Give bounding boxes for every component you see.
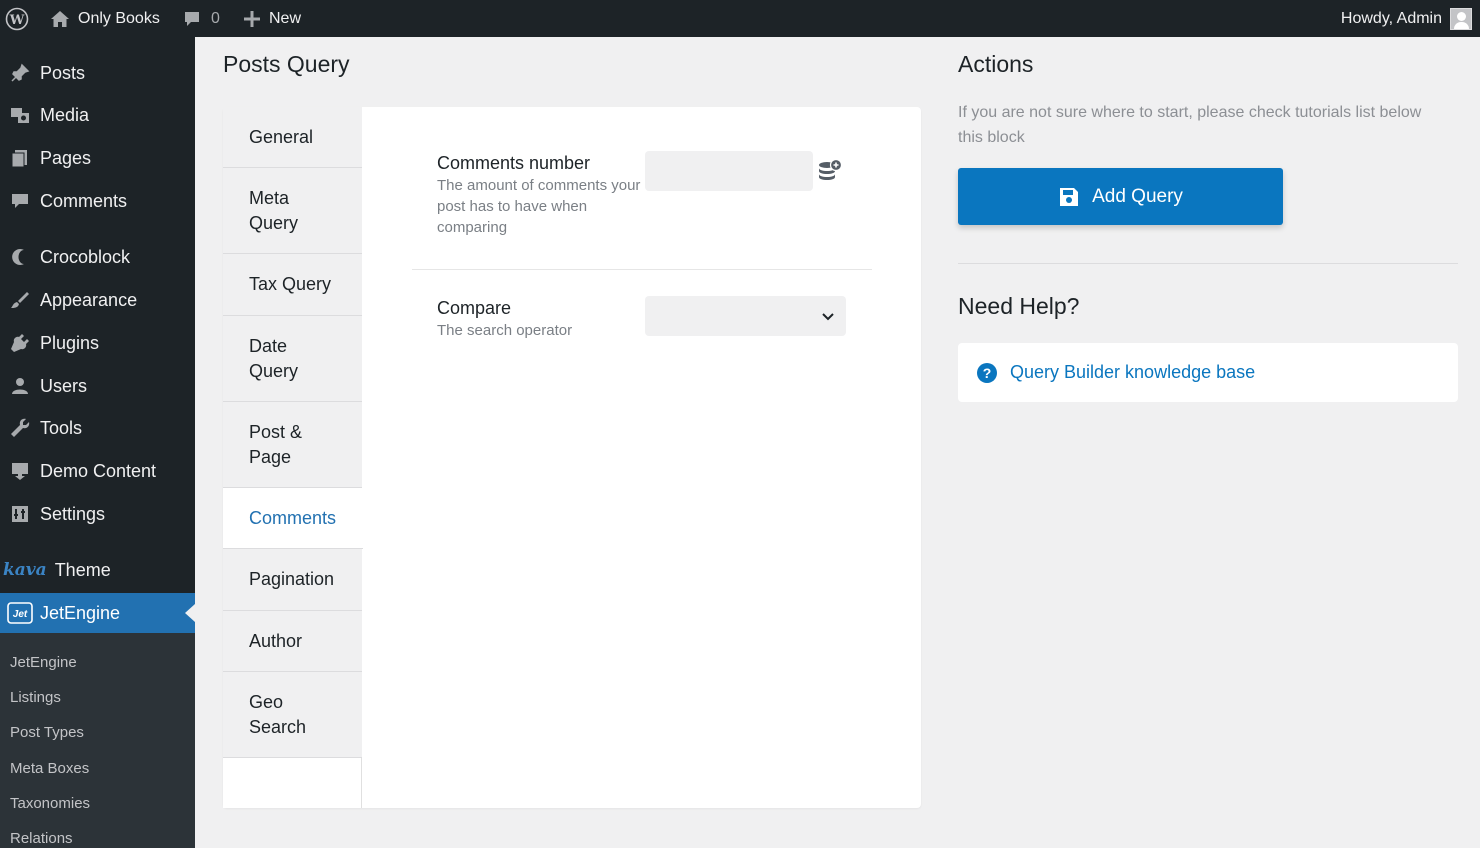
compare-field: Compare The search operator [437,297,642,341]
submenu-item-taxonomies[interactable]: Taxonomies [10,788,90,818]
sidebar-item-posts[interactable]: Posts [0,53,195,93]
wordpress-logo-icon[interactable]: W [5,0,29,37]
add-query-label: Add Query [1092,185,1183,207]
comments-number-input[interactable] [645,151,813,191]
site-name: Only Books [78,9,160,27]
home-icon [51,10,69,27]
admin-sidebar: Posts Media Pages Comments Crocoblock Ap… [0,37,195,848]
plus-icon [244,10,260,27]
howdy-text: Howdy, Admin [1340,9,1442,27]
field-divider [412,269,872,270]
brush-icon [0,280,40,320]
comment-bubble-icon [185,11,199,26]
wrench-icon [0,408,40,448]
actions-hint: If you are not sure where to start, plea… [958,104,1422,146]
sidebar-item-appearance[interactable]: Appearance [0,280,195,320]
svg-text:Jet: Jet [13,609,28,620]
comments-count: 0 [211,9,220,27]
plug-icon [0,323,40,363]
site-home-link[interactable]: Only Books [50,0,160,37]
tab-date-query[interactable]: Date Query [223,316,362,402]
actions-divider [958,263,1458,264]
help-title: Need Help? [958,293,1080,319]
knowledge-base-link[interactable]: Query Builder knowledge base [1010,362,1255,383]
media-icon [0,95,40,135]
tab-meta-query[interactable]: Meta Query [223,168,362,254]
sidebar-item-tools[interactable]: Tools [0,408,195,448]
compare-select[interactable] [645,296,846,336]
account-menu[interactable]: Howdy, Admin [1341,0,1472,37]
svg-text:?: ? [983,365,992,381]
query-tabs: General Meta Query Tax Query Date Query … [223,107,363,808]
question-circle-icon: ? [977,362,997,383]
help-card: ? Query Builder knowledge base [958,343,1458,402]
admin-bar: W Only Books 0 New Howdy, Admin [0,0,1480,37]
sidebar-item-plugins[interactable]: Plugins [0,323,195,363]
download-icon [0,451,40,491]
sidebar-item-media[interactable]: Media [0,95,195,135]
sidebar-item-pages[interactable]: Pages [0,138,195,178]
sidebar-item-comments[interactable]: Comments [0,181,195,221]
submenu-item-post-types[interactable]: Post Types [10,717,84,747]
page-title: Posts Query [223,51,350,77]
dynamic-tags-icon[interactable] [818,158,843,189]
comments-number-label: Comments number [437,153,591,173]
compare-description: The search operator [437,322,573,339]
sidebar-item-settings[interactable]: Settings [0,494,195,534]
save-icon [1060,187,1079,206]
query-settings-panel: General Meta Query Tax Query Date Query … [223,107,921,808]
sidebar-item-demo-content[interactable]: Demo Content [0,451,195,491]
settings-icon [0,494,40,534]
compare-label: Compare [437,298,512,318]
tabs-filler [223,758,362,808]
actions-title: Actions [958,51,1034,77]
tab-post-page[interactable]: Post & Page [223,402,362,488]
comments-link[interactable]: 0 [183,0,220,37]
submenu-item-listings[interactable]: Listings [10,682,61,712]
submenu-item-meta-boxes[interactable]: Meta Boxes [10,753,89,783]
new-content-link[interactable]: New [244,0,301,37]
submenu-item-jetengine[interactable]: JetEngine [10,647,77,677]
tab-general[interactable]: General [223,107,362,168]
comments-number-field: Comments number The amount of comments y… [437,152,642,238]
tab-geo-search[interactable]: Geo Search [223,672,362,758]
kava-logo: kava [3,560,47,580]
submenu-item-relations[interactable]: Relations [10,823,73,848]
crocoblock-icon [0,237,40,277]
new-label: New [269,9,302,27]
tab-pagination[interactable]: Pagination [223,549,362,611]
pages-icon [0,138,40,178]
chevron-down-icon [822,313,834,321]
comment-icon [0,181,40,221]
sidebar-item-crocoblock[interactable]: Crocoblock [0,237,195,277]
svg-text:W: W [9,13,25,28]
tab-author[interactable]: Author [223,611,362,672]
comments-number-description: The amount of comments your post has to … [437,177,641,236]
jetengine-submenu: JetEngine Listings Post Types Meta Boxes… [0,633,195,848]
tab-comments[interactable]: Comments [223,488,363,549]
pin-icon [0,53,40,93]
avatar [1450,7,1472,30]
tab-tax-query[interactable]: Tax Query [223,254,362,316]
jet-icon: Jet [0,593,40,633]
sidebar-item-users[interactable]: Users [0,366,195,406]
add-query-button[interactable]: Add Query [958,168,1283,225]
user-icon [0,366,40,406]
sidebar-item-theme[interactable]: kava Theme [0,550,195,590]
sidebar-item-jetengine[interactable]: Jet JetEngine [0,593,195,633]
